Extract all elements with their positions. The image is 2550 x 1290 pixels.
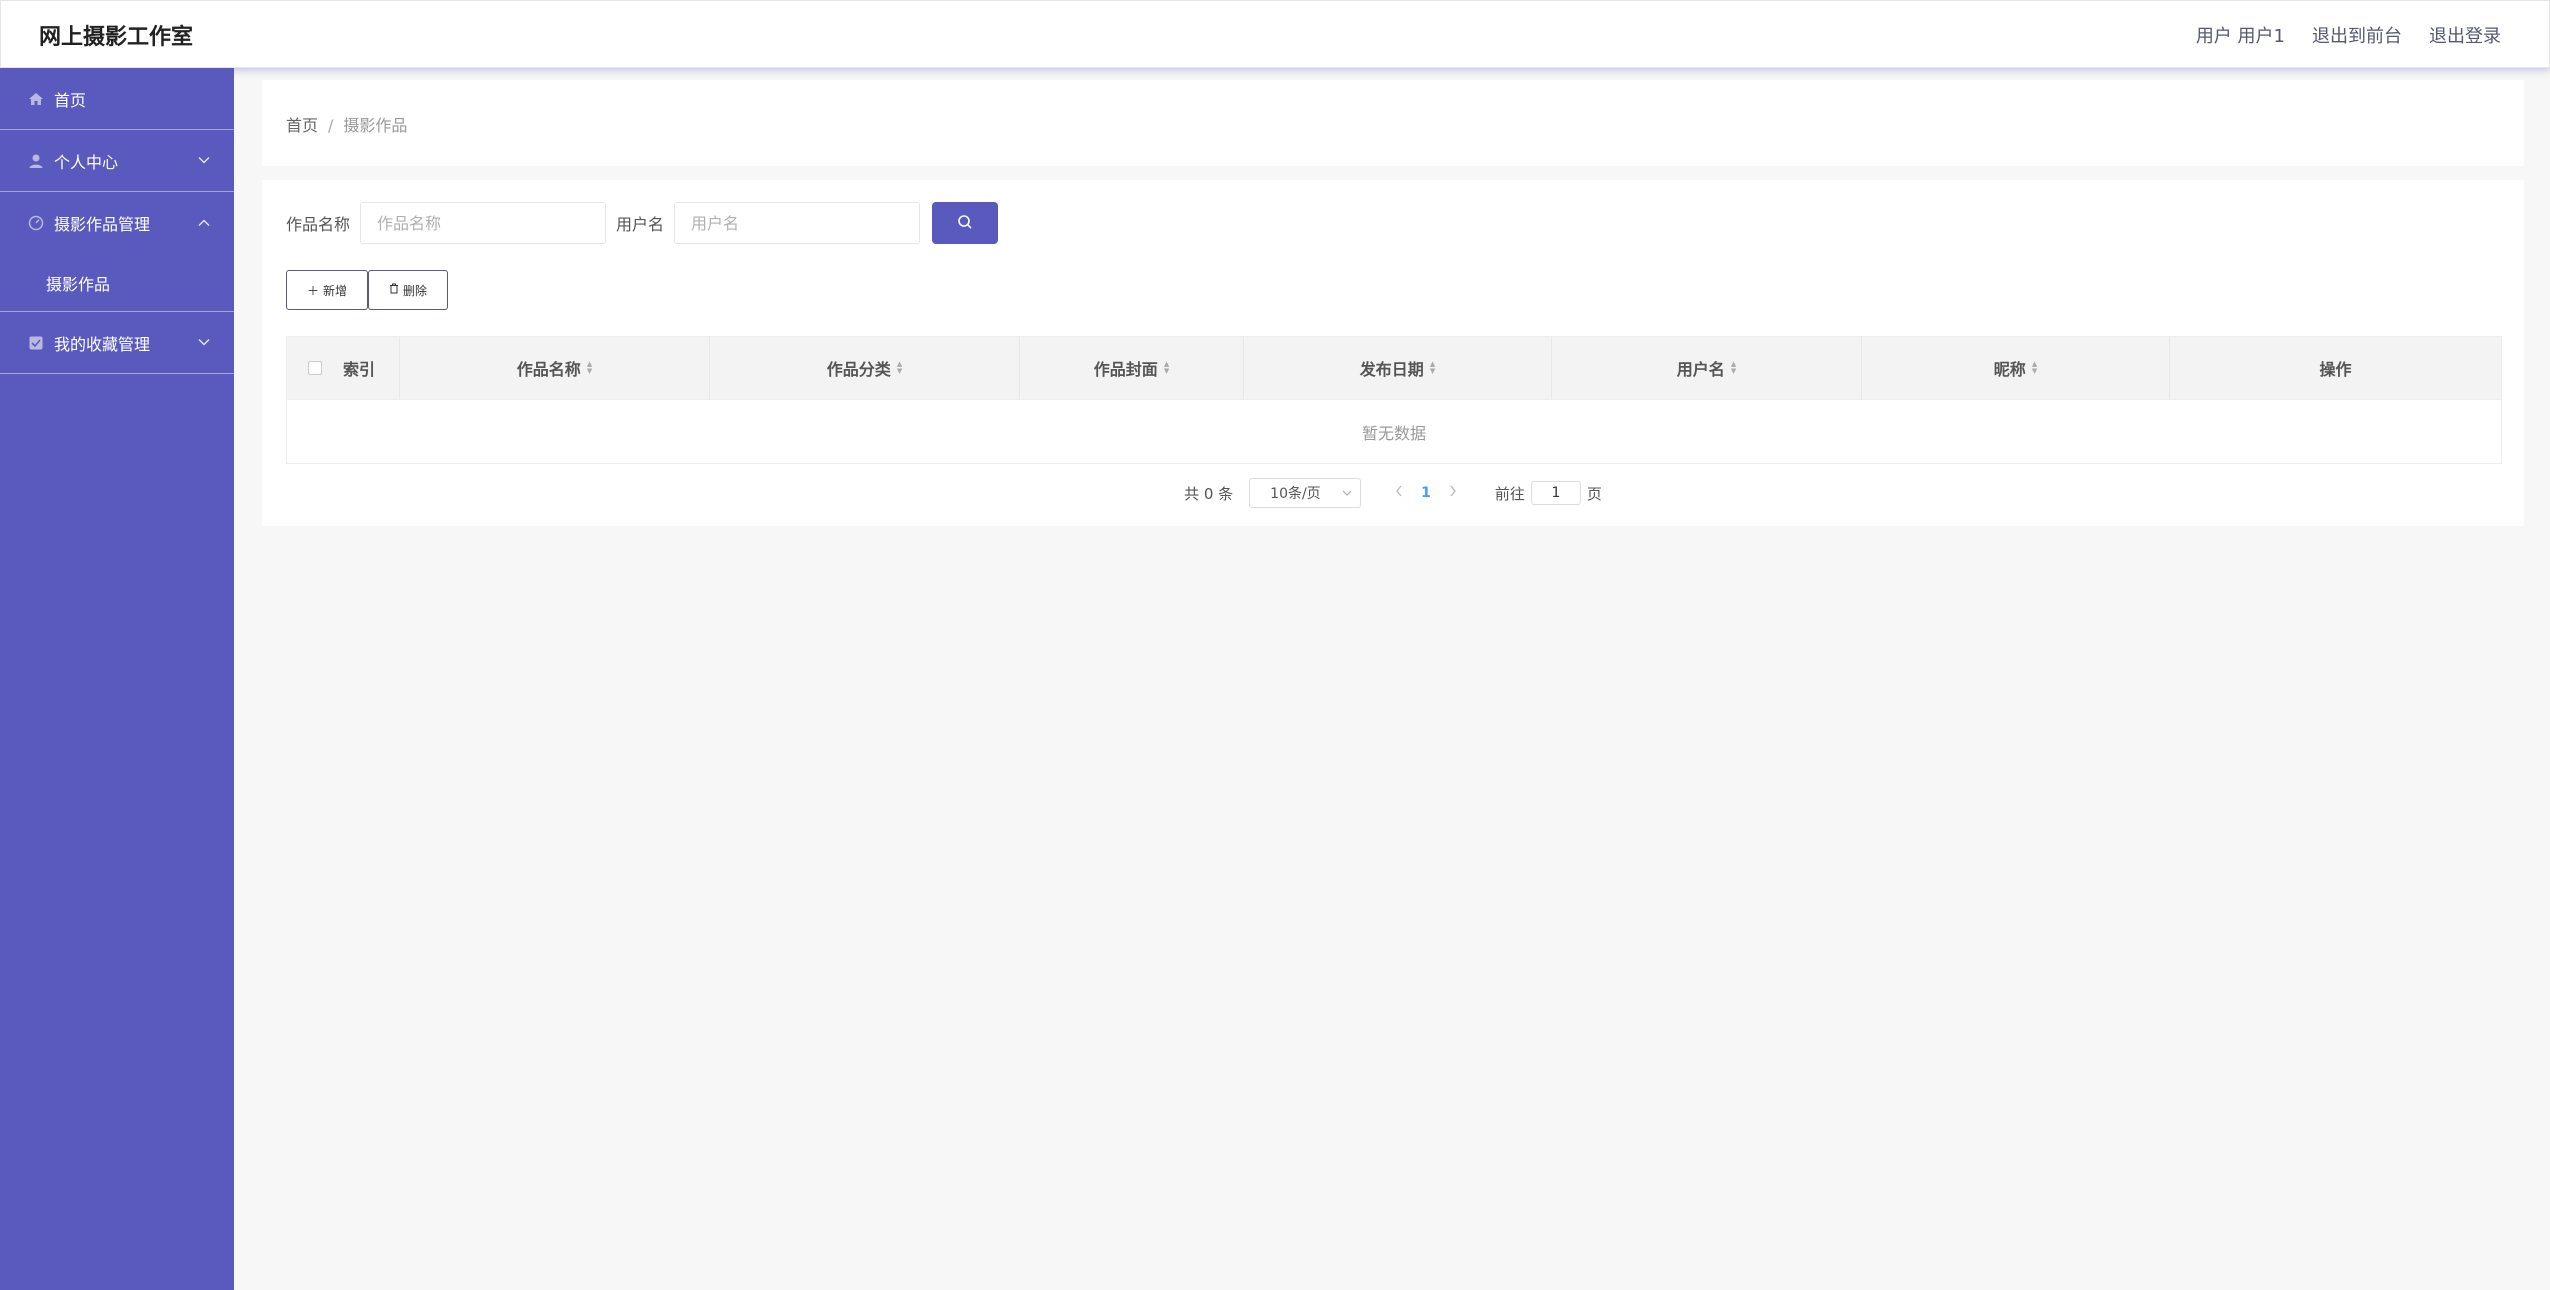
top-header: 网上摄影工作室 用户 用户1 退出到前台 退出登录 [0,0,2550,68]
column-work-title[interactable]: 作品名称 ▲ ▼ [399,337,709,399]
home-icon [28,91,44,107]
table-header: 索引 作品名称 ▲ ▼ 作品分类 ▲ ▼ 作品封面 ▲ ▼ 发布日期 ▲ ▼ 用户名 ▲… [287,337,2501,399]
select-all-checkbox[interactable] [308,361,322,375]
pagination: 共 0 条 10条/页 1 前往 1 页 [262,478,2524,508]
work-title-label: 作品名称 [286,215,351,234]
goto-page-input[interactable]: 1 [1530,481,1581,505]
chevron-down-icon [198,153,210,168]
page-size-value: 10条/页 [1270,486,1321,502]
action-buttons: ＋ 新增 删除 [286,270,449,310]
column-work-cover[interactable]: 作品封面 ▲ ▼ [1019,337,1243,399]
exit-to-front-link[interactable]: 退出到前台 [2312,22,2402,48]
sort-icon[interactable]: ▲ ▼ [587,361,592,375]
column-header-label: 发布日期 [1359,360,1424,379]
username-input[interactable] [674,202,921,244]
sidebar-subitem-works[interactable]: 摄影作品 [0,254,234,312]
column-work-category[interactable]: 作品分类 ▲ ▼ [709,337,1019,399]
goto-suffix: 页 [1586,484,1602,503]
add-button[interactable]: ＋ 新增 [286,270,369,310]
column-header-label: 作品封面 [1093,360,1158,379]
user-icon [28,153,44,169]
page-number[interactable]: 1 [1413,485,1439,501]
goto-page: 前往 1 页 [1495,481,1602,505]
sidebar: 首页 个人中心 摄影作品管理 摄影作品 我的收藏管理 [0,68,234,1290]
chevron-up-icon [198,216,210,231]
app-title: 网上摄影工作室 [39,25,194,50]
breadcrumb: 首页 / 摄影作品 [286,112,407,136]
search-form: 作品名称 用户名 [286,202,999,244]
sidebar-item-label: 个人中心 [54,152,119,172]
works-table: 索引 作品名称 ▲ ▼ 作品分类 ▲ ▼ 作品封面 ▲ ▼ 发布日期 ▲ ▼ 用户名 ▲… [286,336,2502,464]
current-user-label: 用户 用户1 [2195,26,2285,47]
column-publish-date[interactable]: 发布日期 ▲ ▼ [1243,337,1551,399]
breadcrumb-current: 摄影作品 [343,116,408,135]
search-icon [957,214,973,233]
main-card: 作品名称 用户名 ＋ 新增 删除 索引 [262,180,2524,526]
sidebar-item-label: 首页 [54,90,87,110]
sidebar-item-favorites-management[interactable]: 我的收藏管理 [0,312,234,374]
column-nickname[interactable]: 昵称 ▲ ▼ [1861,337,2169,399]
sort-icon[interactable]: ▲ ▼ [1164,361,1169,375]
column-actions: 操作 [2169,337,2501,399]
sidebar-item-home[interactable]: 首页 [0,68,234,130]
page-size-select[interactable]: 10条/页 [1249,478,1362,508]
username-label: 用户名 [616,215,665,234]
column-header-label: 用户名 [1676,360,1725,379]
column-index: 索引 [343,337,399,399]
sidebar-item-label: 摄影作品管理 [54,215,151,234]
sidebar-item-label: 我的收藏管理 [54,334,151,354]
prev-page-button[interactable] [1385,485,1413,501]
column-header-label: 作品分类 [826,360,891,379]
column-header-label: 操作 [2319,360,2352,379]
header-links: 用户 用户1 退出到前台 退出登录 [2196,22,2501,48]
breadcrumb-home[interactable]: 首页 [286,116,318,135]
pagination-total: 共 0 条 [1184,484,1234,503]
goto-label: 前往 [1494,484,1525,503]
next-page-button[interactable] [1439,485,1467,501]
sort-icon[interactable]: ▲ ▼ [1430,361,1435,375]
column-username[interactable]: 用户名 ▲ ▼ [1551,337,1861,399]
sidebar-item-works-management[interactable]: 摄影作品管理 [0,192,234,254]
select-all-cell [287,337,343,399]
breadcrumb-separator: / [328,116,334,135]
table-empty-text: 暂无数据 [287,399,2501,463]
sort-icon[interactable]: ▲ ▼ [897,361,902,375]
add-button-label: 新增 [323,283,348,298]
chevron-down-icon [198,335,210,350]
sort-icon[interactable]: ▲ ▼ [1731,361,1736,375]
plus-icon: ＋ [307,283,320,298]
trash-icon [389,283,399,297]
column-header-label: 作品名称 [516,360,581,379]
logout-link[interactable]: 退出登录 [2429,22,2501,48]
sidebar-item-profile[interactable]: 个人中心 [0,130,234,192]
gauge-icon [28,215,44,231]
breadcrumb-card: 首页 / 摄影作品 [262,80,2524,166]
checkbox-icon [28,335,44,351]
chevron-down-icon [1342,488,1352,499]
work-title-input[interactable] [360,202,607,244]
column-header-label: 昵称 [1993,360,2026,379]
sort-icon[interactable]: ▲ ▼ [2032,361,2037,375]
column-header-label: 索引 [343,360,376,379]
delete-button-label: 删除 [403,283,428,298]
delete-button[interactable]: 删除 [368,270,449,310]
search-button[interactable] [932,202,999,244]
